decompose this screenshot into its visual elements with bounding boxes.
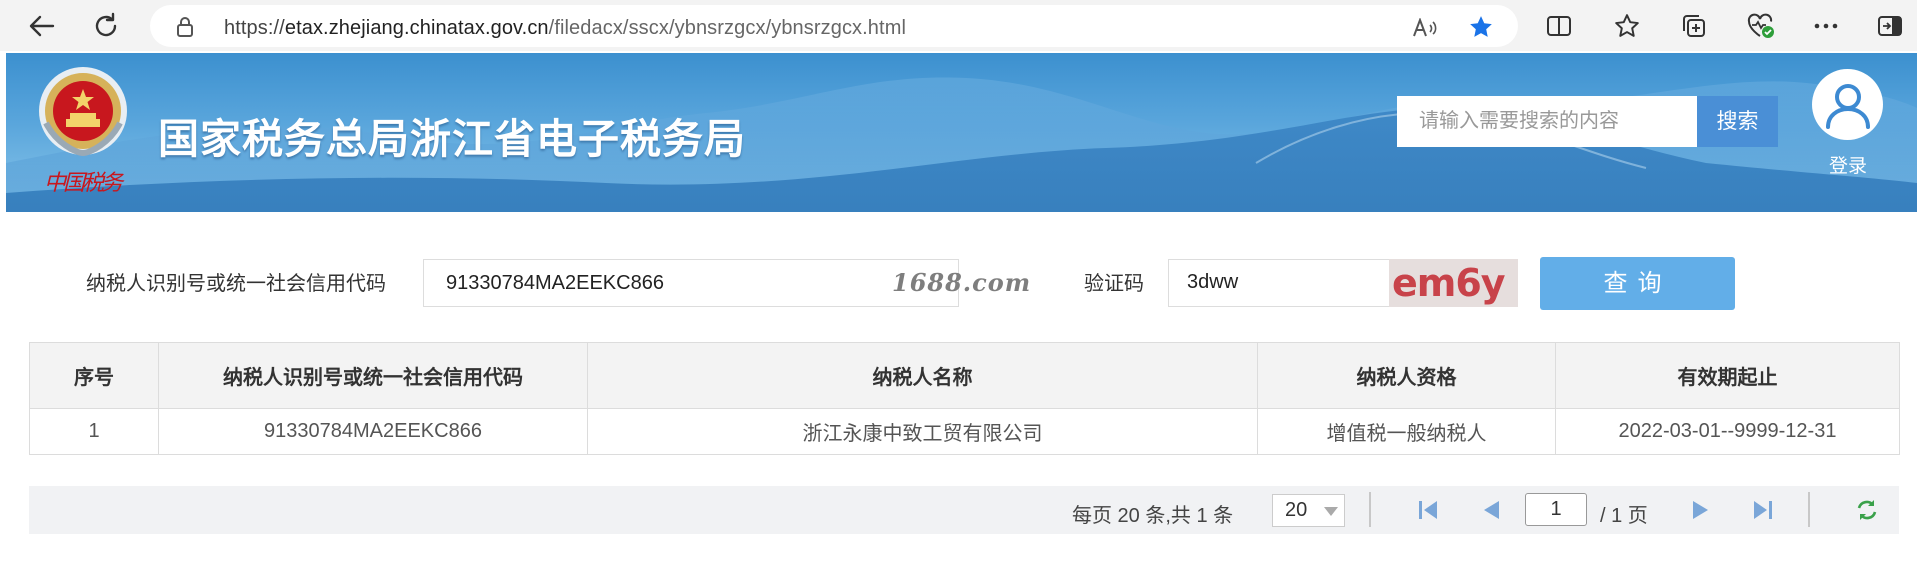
national-emblem-icon [39,67,127,157]
read-aloud-icon[interactable] [1412,18,1438,38]
captcha-input[interactable]: 3dww [1168,259,1398,307]
pagination-divider [1369,492,1371,527]
site-search-input[interactable]: 请输入需要搜索的内容 [1397,96,1697,147]
browser-essentials-button[interactable] [1746,11,1776,41]
column-header-validity: 有效期起止 [1555,342,1900,409]
captcha-image-text: em6y [1392,261,1506,305]
pagination-divider [1808,492,1810,527]
page-content: 中国税务 国家税务总局浙江省电子税务局 请输入需要搜索的内容 搜索 登录 纳税人… [6,53,1917,561]
cell-taxpayer-id: 91330784MA2EEKC866 [158,408,588,455]
cell-taxpayer-name: 浙江永康中致工贸有限公司 [587,408,1258,455]
column-header-taxpayer-id: 纳税人识别号或统一社会信用代码 [158,342,588,409]
heart-pulse-icon [1747,13,1774,38]
last-page-icon[interactable] [1752,499,1774,521]
login-avatar[interactable] [1812,69,1883,140]
favorite-star-icon[interactable] [1468,14,1494,40]
user-icon [1825,83,1870,129]
first-page-icon[interactable] [1417,499,1439,521]
column-header-index: 序号 [29,342,159,409]
back-button[interactable] [24,8,60,44]
address-bar[interactable]: https://etax.zhejiang.chinatax.gov.cn/fi… [150,5,1518,47]
table-row: 1 91330784MA2EEKC866 浙江永康中致工贸有限公司 增值税一般纳… [29,408,1900,455]
query-button[interactable]: 查询 [1540,257,1735,310]
captcha-label: 验证码 [1084,273,1144,295]
refresh-button[interactable] [88,8,124,44]
browser-toolbar: https://etax.zhejiang.chinatax.gov.cn/fi… [0,0,1917,51]
more-dots-icon [1814,23,1838,29]
next-page-icon[interactable] [1691,499,1711,521]
collections-icon [1683,15,1705,37]
total-pages-text: / 1 页 [1600,505,1648,527]
more-menu-button[interactable] [1811,11,1841,41]
favorites-star-icon [1615,14,1639,37]
site-header: 中国税务 国家税务总局浙江省电子税务局 请输入需要搜索的内容 搜索 登录 [6,53,1917,212]
taxpayer-id-input[interactable]: 91330784MA2EEKC866 [423,259,959,307]
url-scheme: https:// [224,17,285,39]
site-search-button[interactable]: 搜索 [1697,96,1778,147]
signature-logo: 中国税务 [44,171,123,196]
login-link[interactable]: 登录 [1829,151,1867,178]
favorites-button[interactable] [1612,11,1642,41]
collections-button[interactable] [1679,11,1709,41]
split-screen-button[interactable] [1544,11,1574,41]
captcha-image[interactable]: em6y [1389,259,1518,307]
cell-validity: 2022-03-01--9999-12-31 [1555,408,1900,455]
url-text: https://etax.zhejiang.chinatax.gov.cn/fi… [224,17,906,40]
split-screen-icon [1547,16,1571,36]
back-arrow-icon [29,15,55,37]
url-host: etax.zhejiang.chinatax.gov.cn [284,17,549,39]
sidebar-toggle-button[interactable] [1875,11,1905,41]
pagination-summary: 每页 20 条,共 1 条 [1072,505,1234,527]
page-size-value: 20 [1285,499,1308,521]
watermark-text: 1688.com [892,268,1032,297]
sidebar-icon [1878,16,1902,36]
result-table: 序号 纳税人识别号或统一社会信用代码 纳税人名称 纳税人资格 有效期起止 1 9… [29,342,1900,455]
column-header-qualification: 纳税人资格 [1257,342,1556,409]
site-title: 国家税务总局浙江省电子税务局 [158,116,746,162]
cell-index: 1 [29,408,159,455]
chevron-down-icon [1324,507,1338,516]
page-number-input[interactable]: 1 [1525,493,1587,526]
refresh-icon [95,12,117,37]
url-path: /filedacx/sscx/ybnsrzgcx/ybnsrzgcx.html [548,17,906,39]
column-header-taxpayer-name: 纳税人名称 [587,342,1258,409]
table-header-row: 序号 纳税人识别号或统一社会信用代码 纳税人名称 纳税人资格 有效期起止 [29,342,1900,409]
pagination-bar: 每页 20 条,共 1 条 20 1 / 1 页 [29,486,1899,534]
page-size-select[interactable]: 20 [1272,494,1345,527]
reload-icon[interactable] [1855,499,1879,521]
previous-page-icon[interactable] [1481,499,1501,521]
cell-qualification: 增值税一般纳税人 [1257,408,1556,455]
lock-icon [177,17,193,37]
taxpayer-id-label: 纳税人识别号或统一社会信用代码 [86,273,386,295]
